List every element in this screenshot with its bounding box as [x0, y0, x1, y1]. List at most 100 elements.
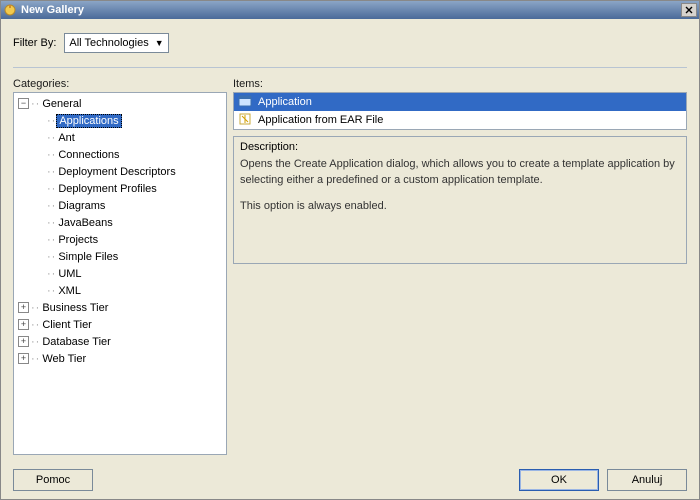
tree-spacer: [34, 132, 45, 143]
separator: [13, 67, 687, 68]
tree-guide: ··: [47, 234, 56, 246]
tree-guide: ··: [31, 353, 40, 365]
tree-node[interactable]: ·· Projects: [16, 231, 224, 248]
tree-guide: ··: [47, 200, 56, 212]
filter-combo[interactable]: All Technologies ▼: [64, 33, 168, 53]
tree-node[interactable]: −·· General: [16, 95, 224, 112]
tree-spacer: [34, 183, 45, 194]
window-title: New Gallery: [21, 4, 681, 16]
tree-guide: ··: [31, 336, 40, 348]
tree-node[interactable]: ·· Applications: [16, 112, 224, 129]
categories-tree-box: −·· General ·· Applications ·· Ant ·· Co…: [13, 92, 227, 455]
filter-combo-value: All Technologies: [69, 37, 148, 49]
wizard-icon: [238, 112, 252, 129]
tree-guide: ··: [47, 149, 56, 161]
description-text-1: Opens the Create Application dialog, whi…: [240, 157, 680, 189]
tree-node[interactable]: ·· XML: [16, 282, 224, 299]
dialog-body: Filter By: All Technologies ▼ Categories…: [1, 19, 699, 499]
description-box: Description: Opens the Create Applicatio…: [233, 136, 687, 264]
tree-node-label: XML: [56, 285, 83, 297]
tree-spacer: [34, 285, 45, 296]
tree-node[interactable]: +·· Web Tier: [16, 350, 224, 367]
tree-spacer: [34, 115, 45, 126]
tree-guide: ··: [47, 285, 56, 297]
tree-spacer: [34, 149, 45, 160]
tree-node-label: Deployment Descriptors: [56, 166, 177, 178]
tree-node-label: Business Tier: [40, 302, 110, 314]
ok-button[interactable]: OK: [519, 469, 599, 491]
tree-guide: ··: [47, 251, 56, 263]
tree-spacer: [34, 200, 45, 211]
tree-node[interactable]: ·· UML: [16, 265, 224, 282]
tree-node-label: Deployment Profiles: [56, 183, 158, 195]
filter-label: Filter By:: [13, 37, 56, 49]
tree-node[interactable]: ·· Simple Files: [16, 248, 224, 265]
tree-node-label: General: [40, 98, 83, 110]
tree-node-label: Applications: [56, 114, 121, 128]
tree-guide: ··: [31, 98, 40, 110]
panels: Categories: −·· General ·· Applications …: [13, 78, 687, 455]
tree-spacer: [34, 217, 45, 228]
tree-node[interactable]: ·· Deployment Profiles: [16, 180, 224, 197]
chevron-down-icon: ▼: [155, 38, 164, 48]
tree-guide: ··: [47, 217, 56, 229]
tree-node-label: Client Tier: [40, 319, 94, 331]
close-icon: [685, 6, 693, 14]
tree-node-label: Connections: [56, 149, 121, 161]
tree-node-label: UML: [56, 268, 83, 280]
tree-node-label: Database Tier: [40, 336, 112, 348]
description-text-2: This option is always enabled.: [240, 199, 680, 215]
help-button-label: Pomoc: [36, 474, 70, 486]
categories-panel: Categories: −·· General ·· Applications …: [13, 78, 227, 455]
tree-guide: ··: [47, 268, 56, 280]
categories-tree[interactable]: −·· General ·· Applications ·· Ant ·· Co…: [14, 93, 226, 369]
list-item-label: Application: [258, 96, 312, 108]
cancel-button[interactable]: Anuluj: [607, 469, 687, 491]
tree-node-label: Projects: [56, 234, 100, 246]
tree-node-label: Diagrams: [56, 200, 107, 212]
expand-icon[interactable]: +: [18, 353, 29, 364]
list-item[interactable]: Application: [234, 93, 686, 111]
tree-node[interactable]: ·· Deployment Descriptors: [16, 163, 224, 180]
dialog-window: New Gallery Filter By: All Technologies …: [0, 0, 700, 500]
tree-spacer: [34, 234, 45, 245]
expand-icon[interactable]: +: [18, 302, 29, 313]
app-logo-icon: [3, 3, 17, 17]
tree-node[interactable]: +·· Client Tier: [16, 316, 224, 333]
collapse-icon[interactable]: −: [18, 98, 29, 109]
expand-icon[interactable]: +: [18, 319, 29, 330]
categories-label: Categories:: [13, 78, 227, 92]
items-list-box: Application Application from EAR File: [233, 92, 687, 130]
tree-guide: ··: [47, 132, 56, 144]
app-icon: [238, 94, 252, 111]
items-label: Items:: [233, 78, 687, 92]
tree-guide: ··: [31, 302, 40, 314]
tree-spacer: [34, 251, 45, 262]
tree-spacer: [34, 268, 45, 279]
titlebar: New Gallery: [1, 1, 699, 19]
footer: Pomoc OK Anuluj: [1, 461, 699, 499]
tree-node-label: JavaBeans: [56, 217, 114, 229]
cancel-button-label: Anuluj: [632, 474, 663, 486]
close-button[interactable]: [681, 3, 697, 17]
tree-node[interactable]: +·· Business Tier: [16, 299, 224, 316]
tree-guide: ··: [47, 115, 56, 127]
tree-guide: ··: [47, 166, 56, 178]
right-panel: Items: Application Application from EAR F…: [233, 78, 687, 455]
tree-spacer: [34, 166, 45, 177]
tree-node[interactable]: ·· Diagrams: [16, 197, 224, 214]
expand-icon[interactable]: +: [18, 336, 29, 347]
tree-guide: ··: [31, 319, 40, 331]
tree-node-label: Ant: [56, 132, 77, 144]
filter-row: Filter By: All Technologies ▼: [13, 29, 687, 59]
tree-node[interactable]: ·· Ant: [16, 129, 224, 146]
help-button[interactable]: Pomoc: [13, 469, 93, 491]
list-item-label: Application from EAR File: [258, 114, 383, 126]
list-item[interactable]: Application from EAR File: [234, 111, 686, 129]
tree-node[interactable]: ·· Connections: [16, 146, 224, 163]
tree-guide: ··: [47, 183, 56, 195]
ok-button-label: OK: [551, 474, 567, 486]
items-list[interactable]: Application Application from EAR File: [234, 93, 686, 129]
tree-node[interactable]: +·· Database Tier: [16, 333, 224, 350]
tree-node[interactable]: ·· JavaBeans: [16, 214, 224, 231]
